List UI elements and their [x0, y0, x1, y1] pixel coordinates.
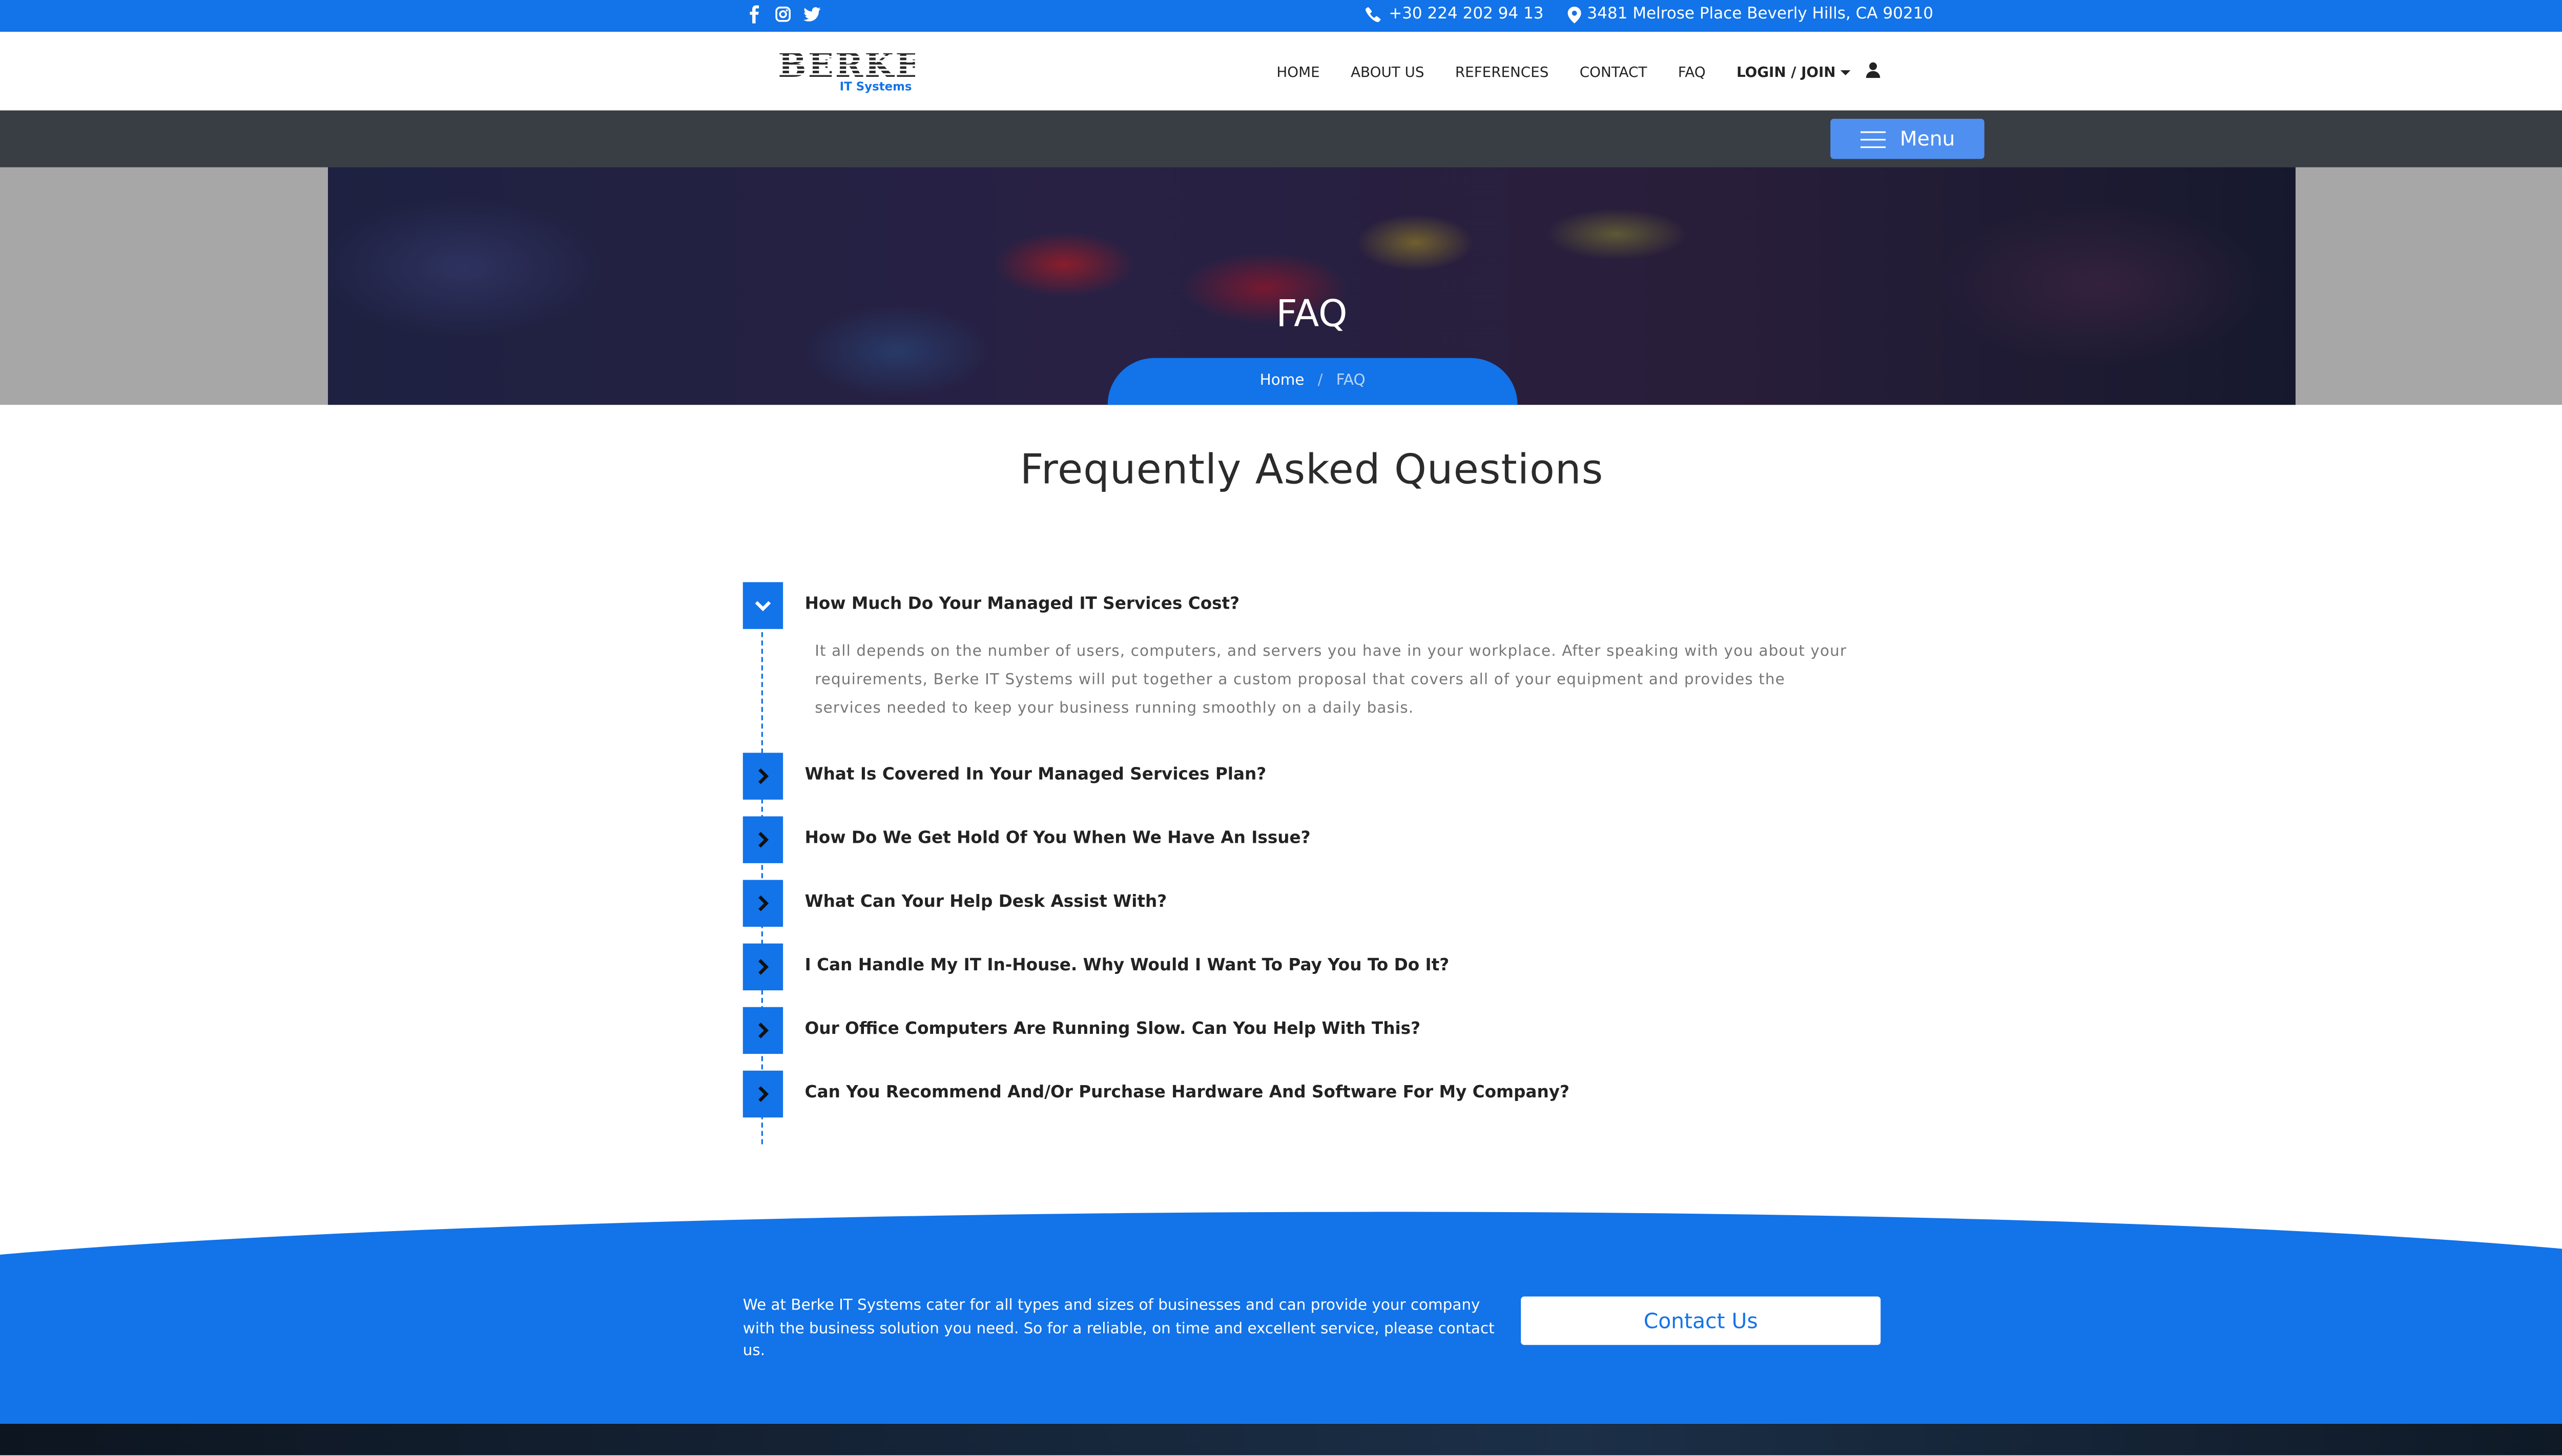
- login-join-label: LOGIN / JOIN: [1736, 65, 1836, 82]
- faq-item[interactable]: How Do We Get Hold Of You When We Have A…: [742, 816, 1881, 863]
- chevron-down-icon: [755, 600, 771, 611]
- caret-down-icon: [1841, 70, 1851, 75]
- faq-accordion: How Much Do Your Managed IT Services Cos…: [742, 582, 1881, 1151]
- faq-question[interactable]: Can You Recommend And/Or Purchase Hardwa…: [805, 1084, 1569, 1103]
- address: 3481 Melrose Place Beverly Hills, CA 902…: [1587, 5, 1934, 24]
- toggle-button[interactable]: [742, 816, 783, 863]
- faq-item[interactable]: Our Office Computers Are Running Slow. C…: [742, 1007, 1881, 1054]
- timeline-line: [761, 598, 763, 1145]
- faq-item[interactable]: What Is Covered In Your Managed Services…: [742, 753, 1881, 800]
- faq-item[interactable]: How Much Do Your Managed IT Services Cos…: [742, 582, 1881, 718]
- page: +30 224 202 94 13 3481 Melrose Place Bev…: [0, 0, 2562, 1455]
- site-header: BERKE IT Systems HOME ABOUT US REFERENCE…: [0, 32, 2562, 112]
- menu-bar: Menu: [0, 110, 2562, 168]
- phone-number[interactable]: +30 224 202 94 13: [1389, 5, 1543, 24]
- chevron-right-icon: [757, 831, 768, 848]
- faq-question[interactable]: How Do We Get Hold Of You When We Have A…: [805, 830, 1311, 848]
- toggle-button[interactable]: [742, 943, 783, 991]
- toggle-button[interactable]: [742, 880, 783, 927]
- chevron-right-icon: [757, 895, 768, 911]
- toggle-button[interactable]: [742, 582, 783, 629]
- contact-cta-section: We at Berke IT Systems cater for all typ…: [0, 1204, 2562, 1424]
- breadcrumb-separator: /: [1317, 373, 1323, 390]
- logo[interactable]: BERKE IT Systems: [778, 45, 923, 95]
- nav-contact[interactable]: CONTACT: [1580, 65, 1647, 82]
- logo-subtitle: IT Systems: [839, 80, 912, 94]
- chevron-right-icon: [757, 768, 768, 784]
- nav-home[interactable]: HOME: [1276, 65, 1319, 82]
- faq-answer: It all depends on the number of users, c…: [815, 644, 1847, 718]
- breadcrumb-current: FAQ: [1336, 373, 1366, 390]
- toggle-button[interactable]: [742, 1070, 783, 1118]
- logo-wordmark: BERKE: [778, 45, 923, 86]
- hamburger-icon: [1859, 130, 1885, 148]
- menu-label: Menu: [1899, 127, 1955, 151]
- faq-question[interactable]: What Is Covered In Your Managed Services…: [805, 766, 1267, 785]
- faq-item[interactable]: Can You Recommend And/Or Purchase Hardwa…: [742, 1070, 1881, 1118]
- chevron-right-icon: [757, 1023, 768, 1038]
- breadcrumb-home[interactable]: Home: [1260, 373, 1305, 390]
- main-nav: HOME ABOUT US REFERENCES CONTACT FAQ LOG…: [1276, 61, 1881, 82]
- nav-about-us[interactable]: ABOUT US: [1351, 65, 1424, 82]
- faq-question[interactable]: What Can Your Help Desk Assist With?: [805, 893, 1167, 912]
- menu-button[interactable]: Menu: [1830, 118, 1985, 159]
- chevron-right-icon: [757, 1086, 768, 1102]
- phone-icon: [1366, 6, 1381, 22]
- facebook-icon[interactable]: [746, 5, 763, 24]
- faq-question[interactable]: Our Office Computers Are Running Slow. C…: [805, 1021, 1420, 1039]
- instagram-icon[interactable]: [775, 5, 792, 24]
- user-icon[interactable]: [1866, 61, 1881, 78]
- toggle-button[interactable]: [742, 753, 783, 800]
- faq-item[interactable]: What Can Your Help Desk Assist With?: [742, 880, 1881, 927]
- contact-us-button[interactable]: Contact Us: [1521, 1296, 1881, 1345]
- twitter-icon[interactable]: [803, 5, 821, 24]
- breadcrumb: Home / FAQ: [1107, 358, 1518, 405]
- social-links: [746, 5, 821, 24]
- nav-faq[interactable]: FAQ: [1678, 65, 1706, 82]
- top-bar: +30 224 202 94 13 3481 Melrose Place Bev…: [0, 0, 2562, 32]
- login-join-dropdown[interactable]: LOGIN / JOIN: [1737, 65, 1851, 82]
- faq-item[interactable]: I Can Handle My IT In-House. Why Would I…: [742, 943, 1881, 991]
- faq-question[interactable]: How Much Do Your Managed IT Services Cos…: [805, 595, 1240, 614]
- footer-image-strip: [0, 1423, 2562, 1455]
- cta-text: We at Berke IT Systems cater for all typ…: [742, 1298, 1495, 1360]
- chevron-right-icon: [757, 959, 768, 975]
- nav-references[interactable]: REFERENCES: [1455, 65, 1548, 82]
- toggle-button[interactable]: [742, 1007, 783, 1054]
- faq-question[interactable]: I Can Handle My IT In-House. Why Would I…: [805, 957, 1450, 975]
- map-marker-icon: [1567, 6, 1581, 23]
- faq-heading: Frequently Asked Questions: [1020, 445, 1604, 494]
- contact-info: +30 224 202 94 13 3481 Melrose Place Bev…: [1365, 5, 1933, 24]
- page-title: FAQ: [1276, 294, 1348, 337]
